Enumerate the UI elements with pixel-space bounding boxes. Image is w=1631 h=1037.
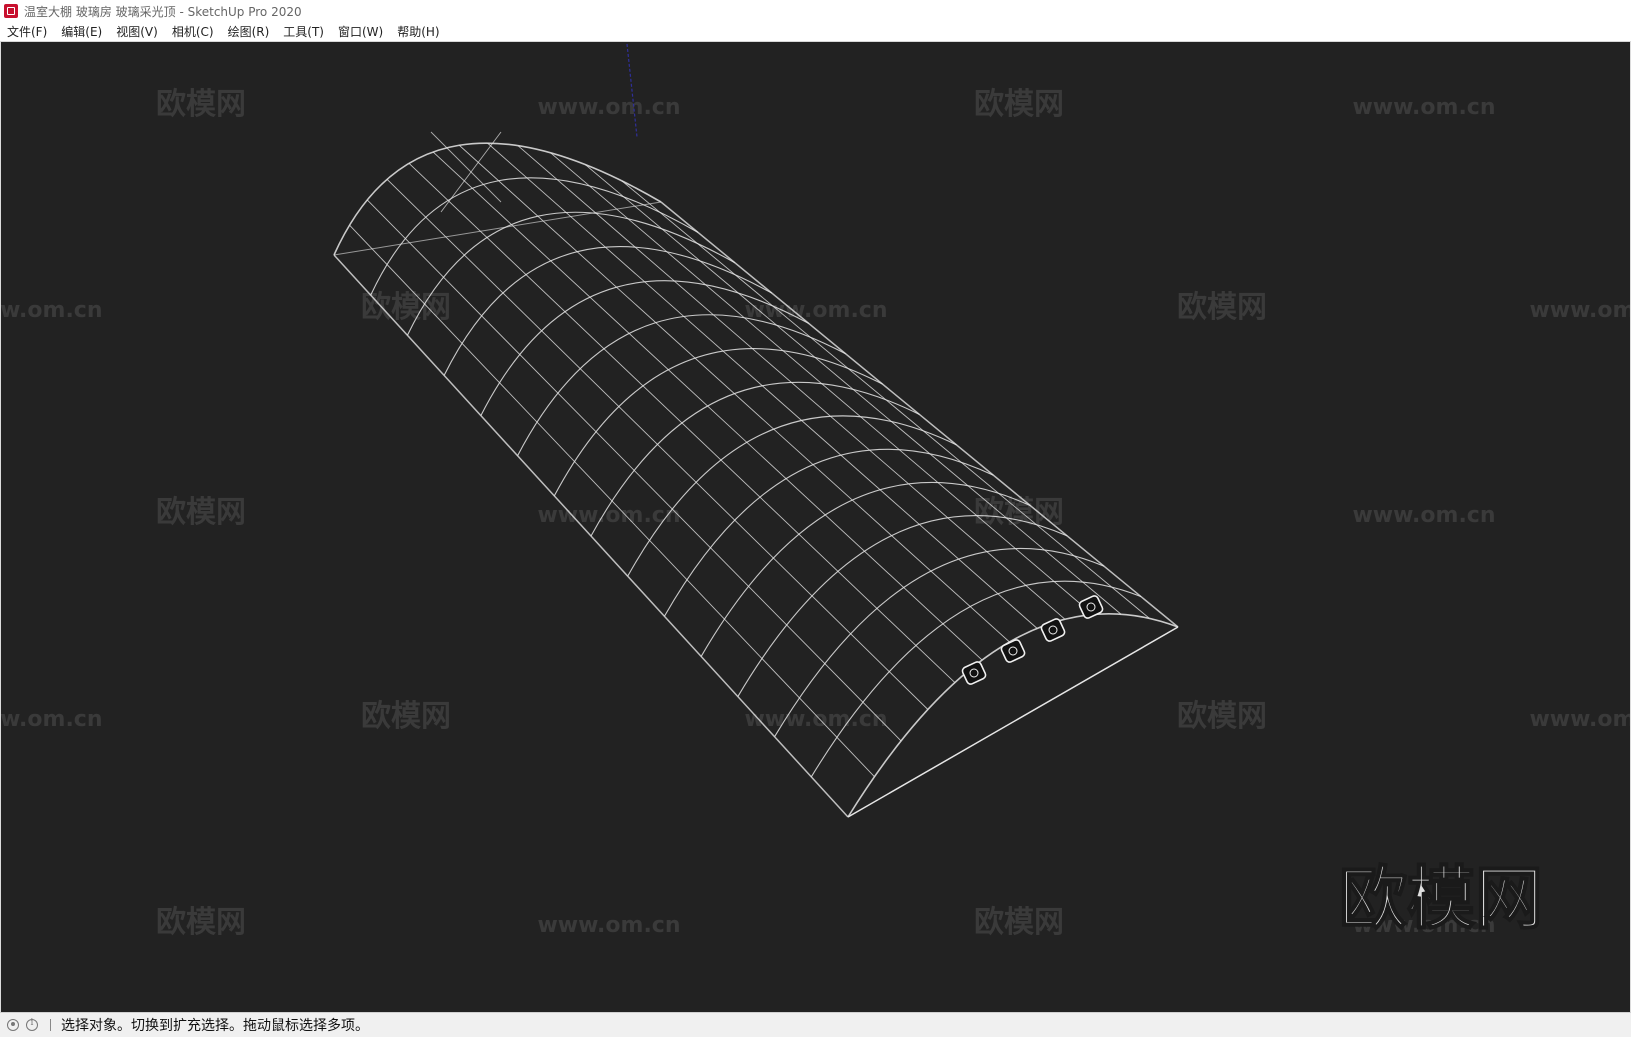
rib-arch [406, 211, 736, 336]
fan-unit [1040, 618, 1066, 642]
watermark-text: 欧模网 [974, 87, 1064, 122]
rib-arch [517, 314, 846, 456]
watermark-text: 欧模网 [156, 495, 246, 530]
blue-axis [626, 43, 638, 138]
purlin-line [660, 201, 1179, 628]
title-bar: 温室大棚 玻璃房 玻璃采光顶 - SketchUp Pro 2020 [0, 0, 1631, 22]
purlin-line [386, 178, 929, 710]
purlin-line [458, 144, 1010, 643]
watermark-url: www.om.cn [1, 707, 103, 732]
menu-draw[interactable]: 绘图(R) [221, 22, 277, 42]
purlin-line [432, 151, 983, 661]
watermark-text: 欧模网 [974, 905, 1064, 940]
fan-unit [961, 661, 987, 685]
info-icon[interactable] [26, 1018, 38, 1031]
purlin-line [366, 199, 902, 742]
sketchup-icon [4, 4, 18, 18]
watermark-url: www.om.cn [1352, 503, 1495, 528]
purlin-line [487, 142, 1038, 629]
watermark-url: www.om.cn [1529, 298, 1631, 323]
menu-file[interactable]: 文件(F) [0, 22, 54, 42]
fan-unit [1000, 639, 1026, 663]
menu-tools[interactable]: 工具(T) [276, 22, 331, 42]
menu-bar: 文件(F) 编辑(E) 视图(V) 相机(C) 绘图(R) 工具(T) 窗口(W… [0, 22, 1631, 42]
menu-help[interactable]: 帮助(H) [390, 22, 446, 42]
watermark-text: 欧模网 [1177, 290, 1267, 325]
rib-arch [443, 246, 773, 376]
watermark-url: www.om.cn [1352, 95, 1495, 120]
watermark-text: 欧模网 [1177, 699, 1267, 734]
menu-window[interactable]: 窗口(W) [331, 22, 390, 42]
watermark-text: 欧模网 [156, 905, 246, 940]
watermark-text: 欧模网 [361, 699, 451, 734]
watermark-url: www.om.cn [537, 503, 680, 528]
rib-arch [737, 515, 1068, 697]
3d-viewport[interactable]: 欧模网 www.om.cn 欧模网 www.om.cn www.om.cn 欧模网 www.… [0, 42, 1631, 1012]
purlin-line [550, 152, 1094, 615]
menu-camera[interactable]: 相机(C) [165, 22, 221, 42]
model-canvas[interactable]: 欧模网 www.om.cn 欧模网 www.om.cn www.om.cn 欧模网 www.… [1, 42, 1631, 1012]
window-title: 温室大棚 玻璃房 玻璃采光顶 - SketchUp Pro 2020 [24, 4, 302, 19]
purlin-line [517, 145, 1066, 620]
purlin-line [408, 163, 956, 683]
rib-arch [553, 348, 883, 497]
menu-view[interactable]: 视图(V) [109, 22, 165, 42]
watermark-url: www.om.cn [744, 298, 887, 323]
status-message: 选择对象。切换到扩充选择。拖动鼠标选择多项。 [61, 1018, 369, 1034]
menu-edit[interactable]: 编辑(E) [54, 22, 109, 42]
geo-location-icon[interactable] [7, 1019, 19, 1031]
watermark-text: 欧模网 [361, 290, 451, 325]
rib-arch [627, 415, 957, 577]
watermark-text: 欧模网 [156, 87, 246, 122]
status-bar: 选择对象。切换到扩充选择。拖动鼠标选择多项。 [0, 1012, 1631, 1037]
status-divider [50, 1019, 51, 1031]
watermark-url: www.om.cn [1, 298, 103, 323]
brand-logo: 欧模网 [1339, 860, 1543, 939]
purlin-line [584, 164, 1122, 615]
watermark-url: www.om.cn [537, 95, 680, 120]
watermark-url: www.om.cn [1529, 707, 1631, 732]
watermark-url: www.om.cn [537, 913, 680, 938]
rib-arch [663, 448, 994, 617]
